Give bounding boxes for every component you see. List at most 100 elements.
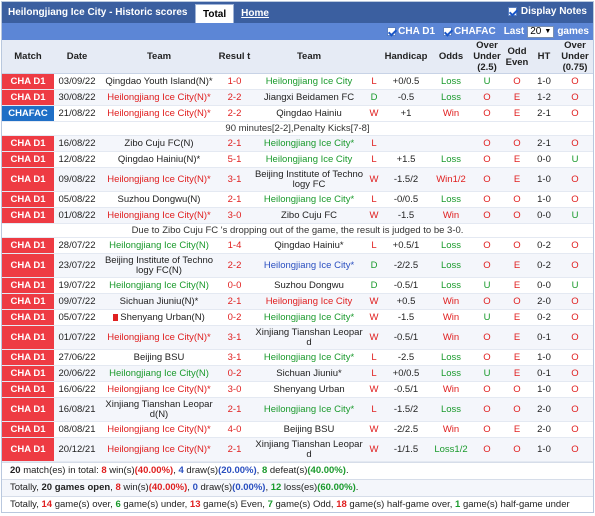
home-team[interactable]: Heilongjiang Ice City(N)* xyxy=(100,207,218,224)
home-team[interactable]: Heilongjiang Ice City(N) xyxy=(100,277,218,294)
league-badge[interactable]: CHA D1 xyxy=(2,89,54,106)
away-team[interactable]: Qingdao Hainiu* xyxy=(251,237,367,254)
league-badge[interactable]: CHA D1 xyxy=(2,309,54,326)
home-team[interactable]: Sichuan Jiuniu(N)* xyxy=(100,293,218,310)
home-team-name: Qingdao Youth Island(N)* xyxy=(105,76,213,87)
away-team[interactable]: Heilongjiang Ice City xyxy=(251,293,367,310)
home-team[interactable]: Heilongjiang Ice City(N)* xyxy=(100,105,218,122)
away-team[interactable]: Heilongjiang Ice City* xyxy=(251,135,367,152)
last-games-select[interactable]: 20 ▼ xyxy=(527,25,555,38)
away-team[interactable]: Jiangxi Beidamen FC xyxy=(251,89,367,106)
away-team[interactable]: Sichuan Jiuniu* xyxy=(251,365,367,382)
match-result[interactable]: 3-0 xyxy=(218,207,251,224)
display-notes-option[interactable]: Display Notes xyxy=(507,6,587,17)
home-team[interactable]: Suzhou Dongwu(N) xyxy=(100,191,218,208)
cha-d1-checkbox[interactable] xyxy=(387,27,397,36)
match-result[interactable]: 3-1 xyxy=(218,349,251,366)
match-result[interactable]: 2-1 xyxy=(218,293,251,310)
tab-total[interactable]: Total xyxy=(195,4,235,23)
away-team[interactable]: Heilongjiang Ice City xyxy=(251,73,367,90)
result-letter: L xyxy=(367,191,381,208)
col-match: Match xyxy=(2,40,54,74)
home-team[interactable]: Beijing BSU xyxy=(100,349,218,366)
home-team[interactable]: Heilongjiang Ice City(N)* xyxy=(100,381,218,398)
summary-text: game(s) Even, xyxy=(200,499,268,510)
tab-home[interactable]: Home xyxy=(234,4,276,23)
away-team[interactable]: Heilongjiang Ice City* xyxy=(251,309,367,326)
match-result[interactable]: 2-1 xyxy=(218,191,251,208)
home-team[interactable]: Qingdao Hainiu(N)* xyxy=(100,151,218,168)
away-team[interactable]: Xinjiang Tianshan Leopar d xyxy=(251,325,367,350)
league-badge[interactable]: CHA D1 xyxy=(2,207,54,224)
home-team[interactable]: Heilongjiang Ice City(N) xyxy=(100,237,218,254)
match-result[interactable]: 0-2 xyxy=(218,365,251,382)
match-note: Due to Zibo Cuju FC 's dropping out of t… xyxy=(2,223,593,238)
away-team[interactable]: Suzhou Dongwu xyxy=(251,277,367,294)
home-team[interactable]: Heilongjiang Ice City(N)* xyxy=(100,421,218,438)
league-badge[interactable]: CHAFAC xyxy=(2,105,54,122)
home-team[interactable]: Heilongjiang Ice City(N) xyxy=(100,365,218,382)
away-team[interactable]: Beijing BSU xyxy=(251,421,367,438)
league-badge[interactable]: CHA D1 xyxy=(2,73,54,90)
home-team[interactable]: Xinjiang Tianshan Leopar d(N) xyxy=(100,397,218,422)
league-badge[interactable]: CHA D1 xyxy=(2,237,54,254)
home-team[interactable]: Shenyang Urban(N) xyxy=(100,309,218,326)
league-badge[interactable]: CHA D1 xyxy=(2,325,54,350)
league-badge[interactable]: CHA D1 xyxy=(2,253,54,278)
away-team[interactable]: Zibo Cuju FC xyxy=(251,207,367,224)
league-badge[interactable]: CHA D1 xyxy=(2,365,54,382)
away-team[interactable]: Qingdao Hainiu xyxy=(251,105,367,122)
league-badge[interactable]: CHA D1 xyxy=(2,397,54,422)
match-date: 08/08/21 xyxy=(54,421,100,438)
match-result[interactable]: 3-0 xyxy=(218,381,251,398)
home-team[interactable]: Heilongjiang Ice City(N)* xyxy=(100,437,218,462)
league-badge[interactable]: CHA D1 xyxy=(2,349,54,366)
handicap-value: -1.5/2 xyxy=(381,167,431,192)
league-badge[interactable]: CHA D1 xyxy=(2,277,54,294)
match-result[interactable]: 2-2 xyxy=(218,253,251,278)
filter-cha-d1[interactable]: CHA D1 xyxy=(387,26,435,37)
home-team[interactable]: Qingdao Youth Island(N)* xyxy=(100,73,218,90)
match-result[interactable]: 2-1 xyxy=(218,135,251,152)
match-result[interactable]: 4-0 xyxy=(218,421,251,438)
home-team[interactable]: Beijing Institute of Techno logy FC(N) xyxy=(100,253,218,278)
league-badge[interactable]: CHA D1 xyxy=(2,135,54,152)
games-label: games xyxy=(557,26,589,37)
away-team[interactable]: Heilongjiang Ice City* xyxy=(251,397,367,422)
home-team[interactable]: Heilongjiang Ice City(N)* xyxy=(100,167,218,192)
over-under-ht: O xyxy=(557,325,593,350)
away-team[interactable]: Heilongjiang Ice City* xyxy=(251,191,367,208)
match-result[interactable]: 5-1 xyxy=(218,151,251,168)
match-result[interactable]: 0-2 xyxy=(218,309,251,326)
home-team[interactable]: Zibo Cuju FC(N) xyxy=(100,135,218,152)
league-badge[interactable]: CHA D1 xyxy=(2,381,54,398)
home-team-name: Heilongjiang Ice City(N)* xyxy=(107,443,211,455)
away-team[interactable]: Heilongjiang Ice City* xyxy=(251,253,367,278)
match-result[interactable]: 2-2 xyxy=(218,89,251,106)
match-result[interactable]: 2-1 xyxy=(218,437,251,462)
match-result[interactable]: 2-1 xyxy=(218,397,251,422)
match-result[interactable]: 2-2 xyxy=(218,105,251,122)
league-badge[interactable]: CHA D1 xyxy=(2,167,54,192)
league-badge[interactable]: CHA D1 xyxy=(2,191,54,208)
away-team[interactable]: Xinjiang Tianshan Leopar d xyxy=(251,437,367,462)
match-result[interactable]: 1-4 xyxy=(218,237,251,254)
display-notes-checkbox[interactable] xyxy=(507,7,517,16)
away-team[interactable]: Beijing Institute of Techno logy FC xyxy=(251,167,367,192)
filter-chafac[interactable]: CHAFAC xyxy=(443,26,496,37)
result-letter: L xyxy=(367,151,381,168)
match-result[interactable]: 0-0 xyxy=(218,277,251,294)
match-result[interactable]: 3-1 xyxy=(218,325,251,350)
match-result[interactable]: 3-1 xyxy=(218,167,251,192)
match-result[interactable]: 1-0 xyxy=(218,73,251,90)
home-team[interactable]: Heilongjiang Ice City(N)* xyxy=(100,325,218,350)
league-badge[interactable]: CHA D1 xyxy=(2,293,54,310)
away-team[interactable]: Shenyang Urban xyxy=(251,381,367,398)
league-badge[interactable]: CHA D1 xyxy=(2,437,54,462)
home-team[interactable]: Heilongjiang Ice City(N)* xyxy=(100,89,218,106)
away-team[interactable]: Heilongjiang Ice City* xyxy=(251,349,367,366)
league-badge[interactable]: CHA D1 xyxy=(2,151,54,168)
league-badge[interactable]: CHA D1 xyxy=(2,421,54,438)
away-team[interactable]: Heilongjiang Ice City xyxy=(251,151,367,168)
chafac-checkbox[interactable] xyxy=(443,27,453,36)
